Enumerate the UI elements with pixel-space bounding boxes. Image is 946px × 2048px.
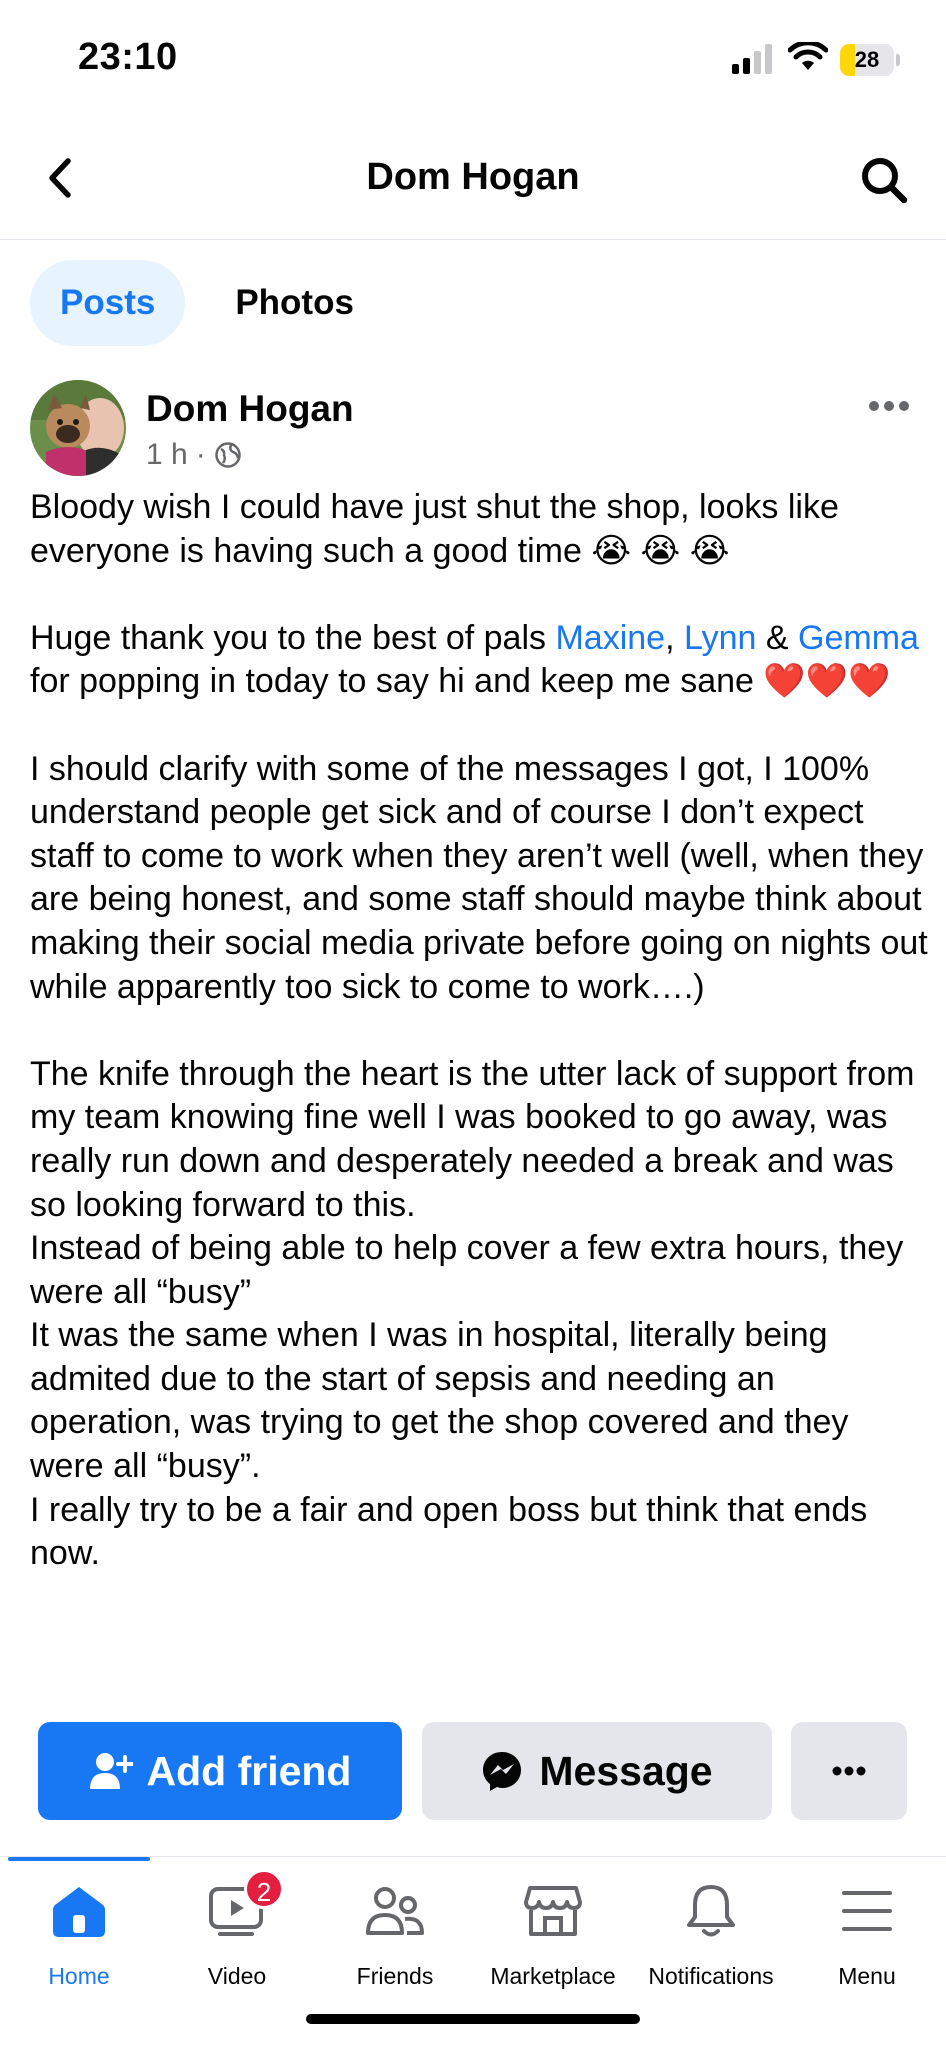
- home-icon: [53, 1887, 105, 1937]
- battery-level: 28: [854, 47, 880, 72]
- cellular-signal-icon: [732, 44, 772, 74]
- message-button[interactable]: Message: [422, 1722, 772, 1820]
- tab-photos[interactable]: Photos: [205, 260, 384, 346]
- video-notification-badge: 2: [244, 1869, 284, 1909]
- nav-notifications-label: Notifications: [648, 1963, 774, 1989]
- nav-marketplace[interactable]: Marketplace: [474, 1881, 632, 2001]
- nav-home[interactable]: Home: [0, 1881, 158, 2001]
- profile-tabs: Posts Photos: [30, 260, 384, 346]
- mention-lynn[interactable]: Lynn: [684, 619, 756, 657]
- nav-marketplace-label: Marketplace: [490, 1963, 616, 1989]
- messenger-icon: [483, 1752, 522, 1791]
- add-friend-button[interactable]: Add friend: [38, 1722, 402, 1820]
- post-paragraph: Instead of being able to help cover a fe…: [30, 1229, 904, 1311]
- post-meta: 1 h ·: [146, 438, 242, 472]
- add-friend-label: Add friend: [146, 1747, 352, 1794]
- bell-icon: [687, 1885, 735, 1937]
- post-time[interactable]: 1 h: [146, 438, 188, 472]
- status-bar: 23:10 28: [0, 0, 946, 120]
- avatar-image: [30, 380, 126, 476]
- tab-posts[interactable]: Posts: [30, 260, 186, 346]
- more-horizontal-icon: [832, 1766, 866, 1776]
- status-time: 23:10: [78, 36, 178, 78]
- nav-video[interactable]: 2 Video: [158, 1869, 316, 2001]
- post-paragraph: Bloody wish I could have just shut the s…: [30, 488, 839, 570]
- message-label: Message: [539, 1747, 713, 1794]
- top-navigation-bar: Dom Hogan: [0, 120, 946, 240]
- friends-icon: [366, 1887, 424, 1935]
- battery-icon: 28: [840, 44, 900, 76]
- menu-icon: [842, 1891, 892, 1931]
- post-paragraph: The knife through the heart is the utter…: [30, 1054, 915, 1224]
- meta-separator: ·: [195, 438, 206, 471]
- heart-emoji: ❤️❤️❤️: [763, 662, 891, 701]
- search-button[interactable]: [854, 150, 914, 210]
- nav-menu[interactable]: Menu: [788, 1881, 946, 2001]
- post-paragraph: I should clarify with some of the messag…: [30, 749, 928, 1006]
- globe-icon: [214, 442, 241, 468]
- post-options-button[interactable]: [862, 386, 916, 426]
- post-paragraph: It was the same when I was in hospital, …: [30, 1316, 849, 1486]
- marketplace-icon: [524, 1886, 582, 1936]
- nav-notifications[interactable]: Notifications: [632, 1881, 790, 2001]
- post-paragraph: I really try to be a fair and open boss …: [30, 1490, 868, 1573]
- more-actions-button[interactable]: [791, 1722, 907, 1820]
- mention-gemma[interactable]: Gemma: [798, 619, 919, 657]
- avatar[interactable]: [30, 380, 126, 476]
- active-tab-indicator: [8, 1857, 150, 1861]
- post-header: Dom Hogan 1 h ·: [30, 380, 916, 480]
- search-icon: [862, 158, 908, 204]
- crying-emoji: 😭 😭 😭: [591, 531, 730, 570]
- profile-action-bar: Add friend Message: [38, 1722, 908, 1820]
- add-person-icon: [89, 1753, 133, 1789]
- nav-home-label: Home: [48, 1963, 110, 1989]
- wifi-icon: [788, 42, 828, 70]
- post-author-name[interactable]: Dom Hogan: [146, 388, 354, 430]
- nav-friends[interactable]: Friends: [316, 1881, 474, 2001]
- page-title: Dom Hogan: [366, 156, 580, 198]
- mention-maxine[interactable]: Maxine: [555, 619, 665, 657]
- post-text: Bloody wish I could have just shut the s…: [30, 486, 930, 1704]
- profile-posts-screen: 23:10 28 Dom Hogan Posts Photos Dom Hoga…: [0, 0, 946, 2048]
- home-indicator: [306, 2014, 640, 2024]
- nav-menu-label: Menu: [838, 1963, 896, 1989]
- post-paragraph: Huge thank you to the best of pals Maxin…: [30, 618, 919, 701]
- more-horizontal-icon: [869, 401, 909, 411]
- nav-video-label: Video: [207, 1963, 267, 1989]
- nav-friends-label: Friends: [356, 1963, 434, 1989]
